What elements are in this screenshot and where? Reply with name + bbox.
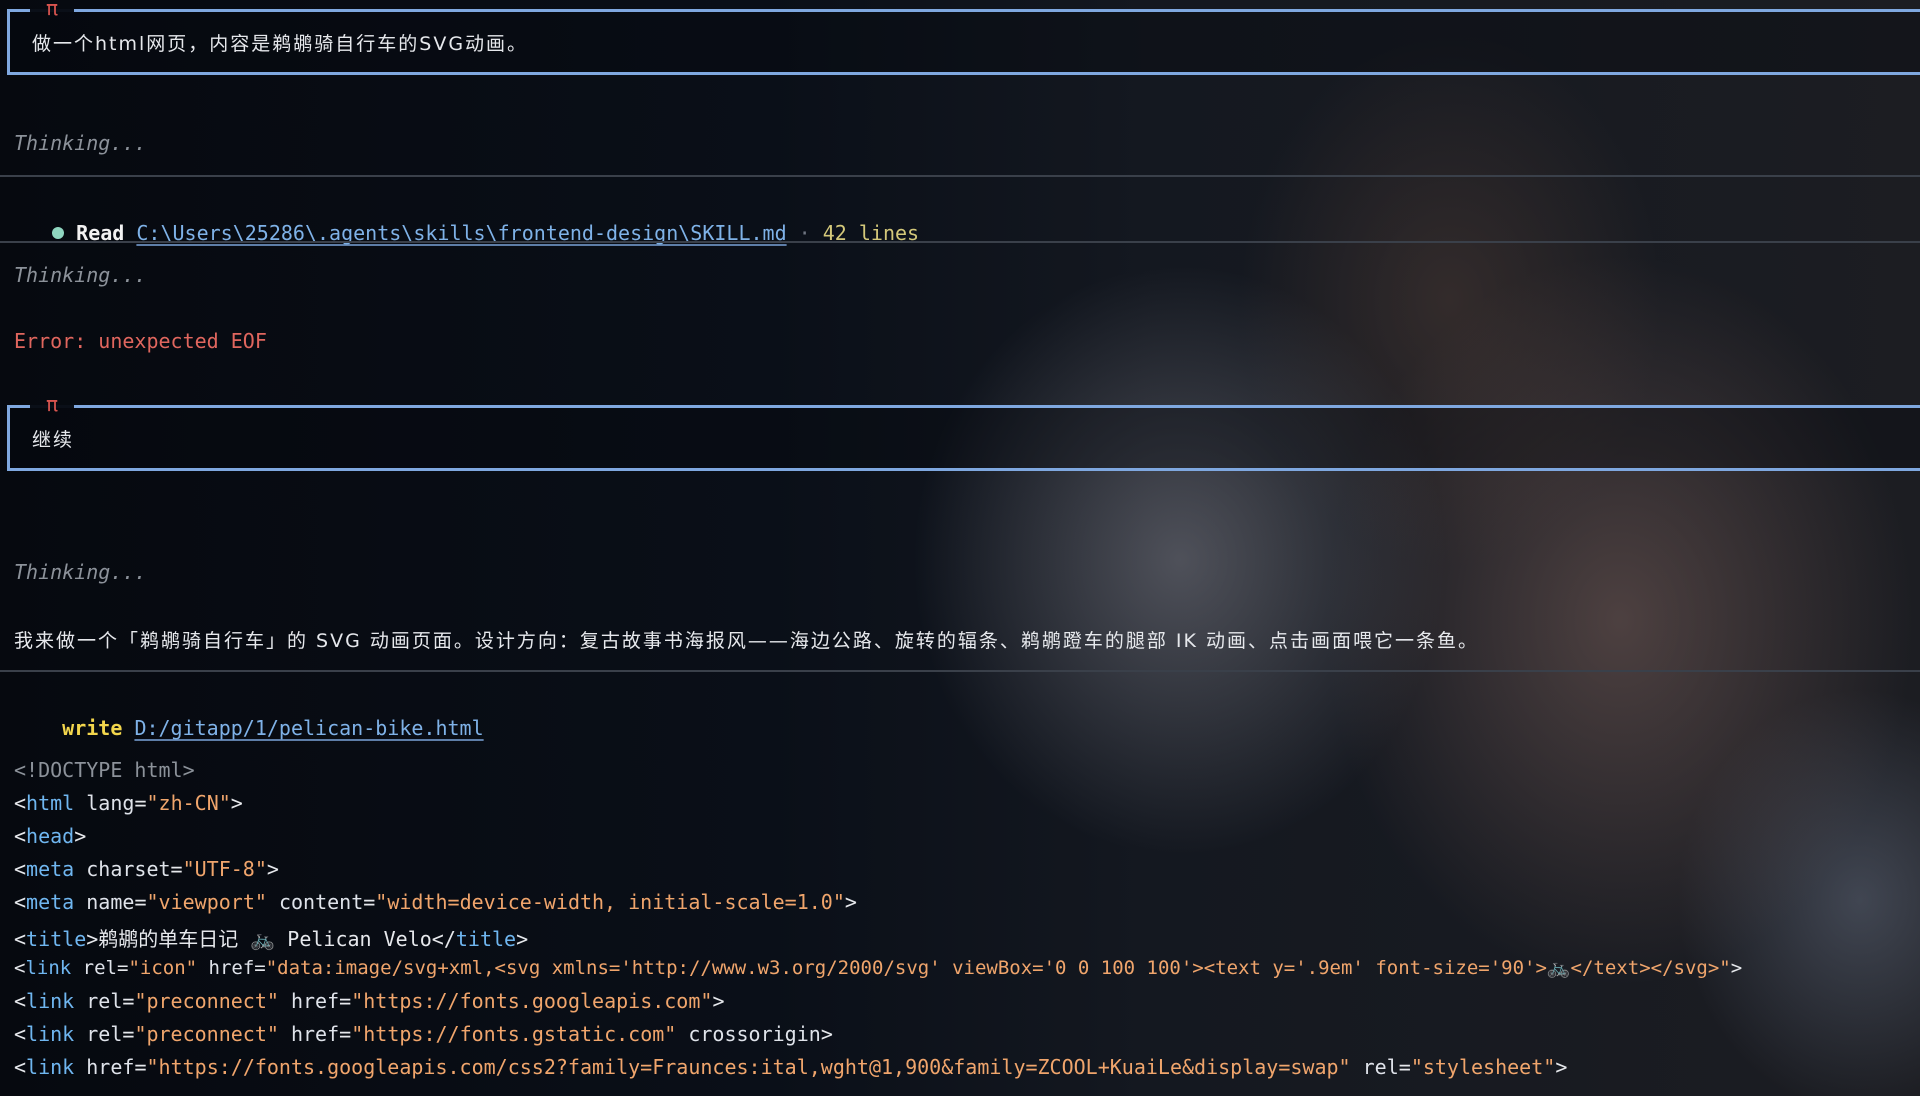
code-line: <!DOCTYPE html> bbox=[14, 758, 195, 782]
user-prompt-box: π 做一个html网页，内容是鹈鹕骑自行车的SVG动画。 bbox=[7, 0, 1920, 75]
code-line: <meta charset="UTF-8"> bbox=[14, 857, 279, 881]
code-line: <meta name="viewport" content="width=dev… bbox=[14, 890, 857, 914]
pi-icon: π bbox=[46, 392, 59, 416]
terminal-transcript: π 做一个html网页，内容是鹈鹕骑自行车的SVG动画。 Thinking...… bbox=[0, 0, 1920, 1096]
user-prompt-box: π 继续 bbox=[7, 392, 1920, 471]
divider bbox=[0, 175, 1920, 177]
pi-icon: π bbox=[46, 0, 59, 20]
code-line: <link rel="preconnect" href="https://fon… bbox=[14, 989, 725, 1013]
thinking-indicator: Thinking... bbox=[14, 560, 147, 584]
user-prompt-text: 继续 bbox=[32, 429, 75, 451]
write-tool-entry: write D:/gitapp/1/pelican-bike.html bbox=[14, 692, 483, 764]
read-tool-entry: Read C:\Users\25286\.agents\skills\front… bbox=[4, 197, 919, 269]
user-prompt-text: 做一个html网页，内容是鹈鹕骑自行车的SVG动画。 bbox=[32, 33, 529, 55]
code-line: <title>鹈鹕的单车日记 🚲 Pelican Velo</title> bbox=[14, 927, 529, 951]
code-line: <head> bbox=[14, 824, 87, 848]
write-label: write bbox=[62, 716, 123, 740]
code-line: <link href="https://fonts.googleapis.com… bbox=[14, 1055, 1568, 1079]
error-message: Error: unexpected EOF bbox=[14, 329, 267, 353]
write-file-path[interactable]: D:/gitapp/1/pelican-bike.html bbox=[134, 716, 483, 740]
status-dot-icon bbox=[52, 227, 65, 239]
assistant-message: 我来做一个「鹈鹕骑自行车」的 SVG 动画页面。设计方向：复古故事书海报风——海… bbox=[14, 630, 1480, 652]
thinking-indicator: Thinking... bbox=[14, 263, 147, 287]
code-line: <link rel="icon" href="data:image/svg+xm… bbox=[14, 957, 1743, 979]
code-line: <html lang="zh-CN"> bbox=[14, 791, 243, 815]
thinking-indicator: Thinking... bbox=[14, 131, 147, 155]
divider bbox=[0, 241, 1920, 243]
code-line: <link rel="preconnect" href="https://fon… bbox=[14, 1022, 833, 1046]
divider bbox=[0, 670, 1920, 672]
